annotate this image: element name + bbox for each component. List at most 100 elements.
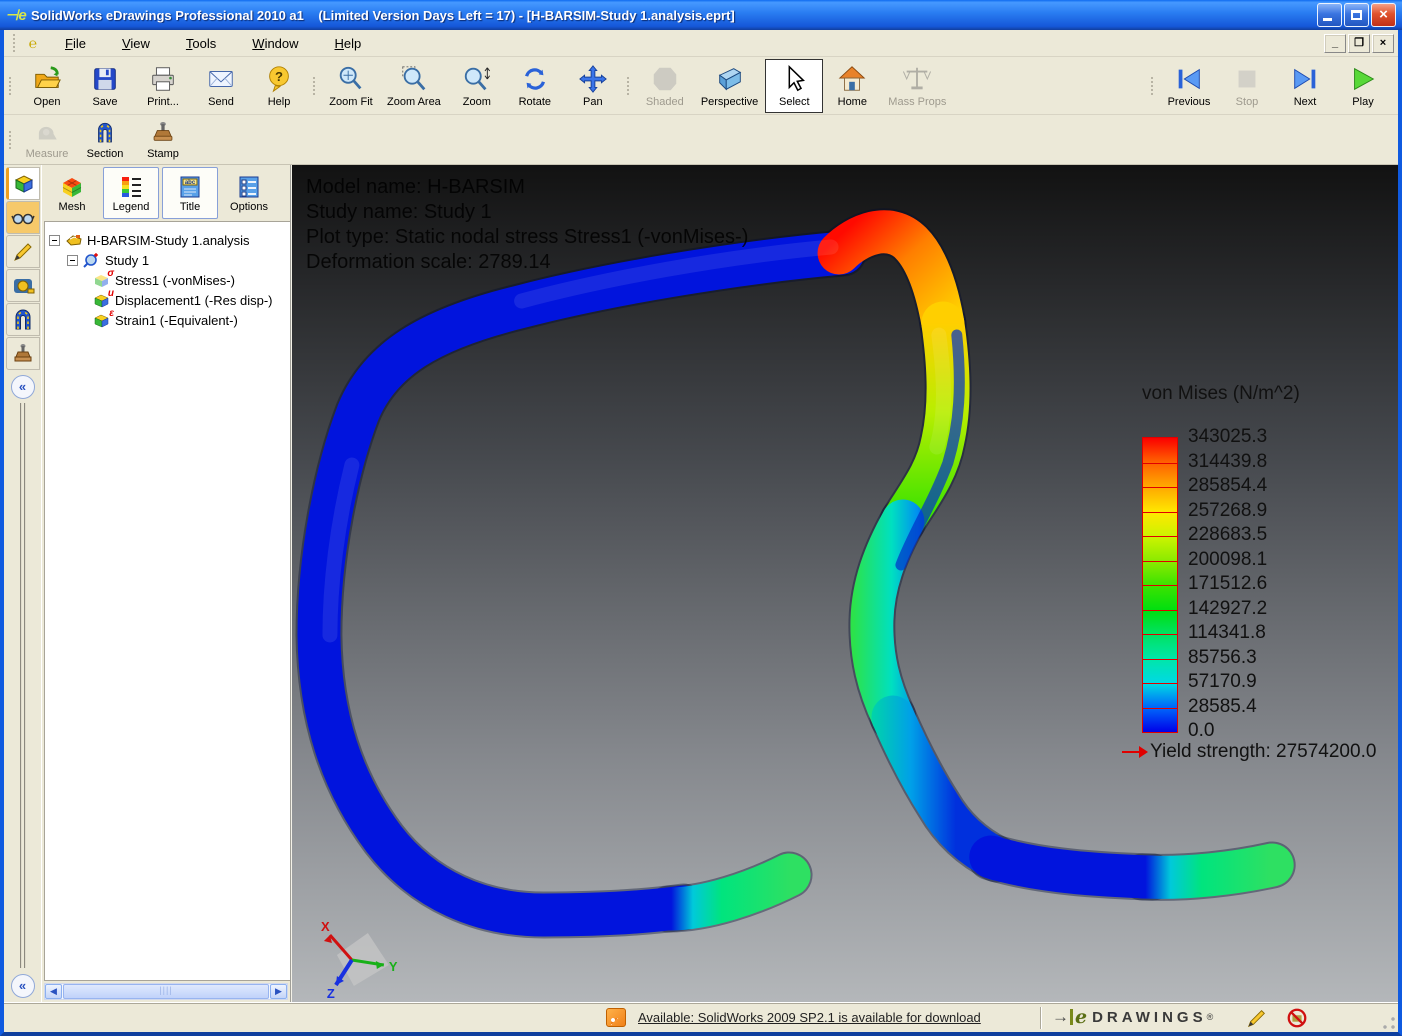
markup-pencil-icon[interactable]: [1246, 1007, 1268, 1029]
legend-value: 257268.9: [1188, 501, 1267, 521]
child-close-button[interactable]: ×: [1372, 34, 1394, 53]
print-button[interactable]: Print...: [134, 59, 192, 113]
child-minimize-button[interactable]: _: [1324, 34, 1346, 53]
stamp-tab[interactable]: [6, 337, 40, 370]
pan-button[interactable]: Pan: [564, 59, 622, 113]
model-name-line: Model name: H-BARSIM: [306, 175, 748, 200]
pan-icon: [578, 64, 608, 94]
rss-feed-icon[interactable]: [606, 1008, 626, 1027]
scroll-thumb[interactable]: [63, 984, 269, 999]
select-button[interactable]: Select: [765, 59, 823, 113]
menubar-grip[interactable]: [13, 34, 17, 52]
stamp-button[interactable]: Stamp: [134, 117, 192, 163]
main-toolbar: Open Save Print... Send ? Help: [4, 57, 1398, 115]
model-tab[interactable]: [6, 167, 40, 200]
menu-window[interactable]: Window: [239, 33, 311, 54]
collapse-expander-icon[interactable]: [67, 255, 78, 266]
file-group: Open Save Print... Send ? Help: [18, 57, 308, 114]
play-button[interactable]: Play: [1334, 59, 1392, 113]
resize-grip[interactable]: [1382, 1016, 1396, 1030]
toolbar-grip-5[interactable]: [9, 131, 13, 149]
maximize-button[interactable]: [1344, 3, 1369, 27]
panel-horizontal-scrollbar[interactable]: ◀ ▶: [44, 983, 288, 1000]
scroll-left-arrow[interactable]: ◀: [45, 984, 62, 999]
plot-type-line: Plot type: Static nodal stress Stress1 (…: [306, 225, 748, 250]
section-button[interactable]: Section: [76, 117, 134, 163]
zoom-fit-icon: [336, 64, 366, 94]
model-viewport[interactable]: X Y Z Model name: H-BARSIM Study name: S…: [292, 165, 1398, 1002]
help-button[interactable]: ? Help: [250, 59, 308, 113]
tree-displacement-row[interactable]: u Displacement1 (-Res disp-): [49, 290, 286, 310]
stress-result-icon: σ: [93, 272, 111, 288]
right-bar-tip-segment: [1142, 865, 1272, 877]
yield-strength-row: Yield strength: 27574200.0: [1122, 741, 1390, 763]
measure-tab[interactable]: [6, 269, 40, 302]
logo-registered-mark: ®: [1207, 1012, 1214, 1022]
zoom-area-button[interactable]: Zoom Area: [380, 59, 448, 113]
child-restore-button[interactable]: ❐: [1348, 34, 1370, 53]
tree-root-label: H-BARSIM-Study 1.analysis: [87, 233, 250, 248]
send-button[interactable]: Send: [192, 59, 250, 113]
select-cursor-icon: [779, 64, 809, 94]
shaded-cube-icon: [650, 64, 680, 94]
yield-arrow-icon: [1122, 746, 1148, 758]
measure-button: Measure: [18, 117, 76, 163]
perspective-button[interactable]: Perspective: [694, 59, 765, 113]
logo-e: e: [1075, 1006, 1087, 1028]
previous-button[interactable]: Previous: [1160, 59, 1218, 113]
perspective-box-icon: [715, 64, 745, 94]
legend-value: 343025.3: [1188, 427, 1267, 447]
menu-help[interactable]: Help: [322, 33, 375, 54]
toolbar-grip-3[interactable]: [627, 77, 631, 95]
title-button[interactable]: abc Title: [162, 167, 218, 219]
zoom-button[interactable]: Zoom: [448, 59, 506, 113]
legend-value: 28585.4: [1188, 697, 1257, 717]
legend-value: 57170.9: [1188, 672, 1257, 692]
shaded-button: Shaded: [636, 59, 694, 113]
mesh-button[interactable]: Mesh: [44, 167, 100, 219]
tree-stress-row[interactable]: σ Stress1 (-vonMises-): [49, 270, 286, 290]
legend-button[interactable]: Legend: [103, 167, 159, 219]
section-tab[interactable]: [6, 303, 40, 336]
menu-bar: ℮ File View Tools Window Help _ ❐ ×: [4, 30, 1398, 57]
markup-pencil-tab[interactable]: [6, 235, 40, 268]
document-icon: ℮: [22, 35, 44, 51]
update-available-link[interactable]: Available: SolidWorks 2009 SP2.1 is avai…: [638, 1010, 981, 1025]
options-button[interactable]: Options: [221, 167, 277, 219]
mesh-icon: [59, 174, 85, 200]
menu-view[interactable]: View: [109, 33, 163, 54]
stress-legend: von Mises (N/m^2): [1122, 383, 1390, 763]
menu-file[interactable]: File: [52, 33, 99, 54]
close-button[interactable]: ×: [1371, 3, 1396, 27]
next-button[interactable]: Next: [1276, 59, 1334, 113]
scroll-right-arrow[interactable]: ▶: [270, 984, 287, 999]
home-button[interactable]: Home: [823, 59, 881, 113]
mass-props-button: Mass Props: [881, 59, 953, 113]
legend-value: 314439.8: [1188, 452, 1267, 472]
save-button[interactable]: Save: [76, 59, 134, 113]
collapse-expander-icon[interactable]: [49, 235, 60, 246]
menu-tools[interactable]: Tools: [173, 33, 229, 54]
zoom-group: Zoom Fit Zoom Area Zoom Rotate Pan: [322, 57, 622, 114]
collapse-toolbar-button[interactable]: «: [11, 375, 35, 399]
minimize-button[interactable]: [1317, 3, 1342, 27]
legend-color-bar: [1142, 437, 1178, 733]
markup-view-tab[interactable]: [6, 201, 40, 234]
legend-value: 85756.3: [1188, 648, 1257, 668]
toolbar-grip-1[interactable]: [9, 77, 13, 95]
tree-study-row[interactable]: Study 1: [49, 250, 286, 270]
triad-y-label: Y: [389, 959, 398, 974]
toolbar-grip-4[interactable]: [1151, 77, 1155, 95]
rotate-button[interactable]: Rotate: [506, 59, 564, 113]
tree-root-row[interactable]: H-BARSIM-Study 1.analysis: [49, 230, 286, 250]
analysis-file-icon: [65, 232, 83, 248]
tree-strain-row[interactable]: ε Strain1 (-Equivalent-): [49, 310, 286, 330]
status-separator: [1040, 1007, 1042, 1029]
open-button[interactable]: Open: [18, 59, 76, 113]
zoom-fit-button[interactable]: Zoom Fit: [322, 59, 380, 113]
pencil-icon: [11, 240, 35, 264]
collapse-panel-button[interactable]: «: [11, 974, 35, 998]
toolbar-grip-2[interactable]: [313, 77, 317, 95]
deformation-scale-line: Deformation scale: 2789.14: [306, 250, 748, 275]
feature-tree: H-BARSIM-Study 1.analysis Study 1 σ Stre…: [44, 221, 290, 981]
